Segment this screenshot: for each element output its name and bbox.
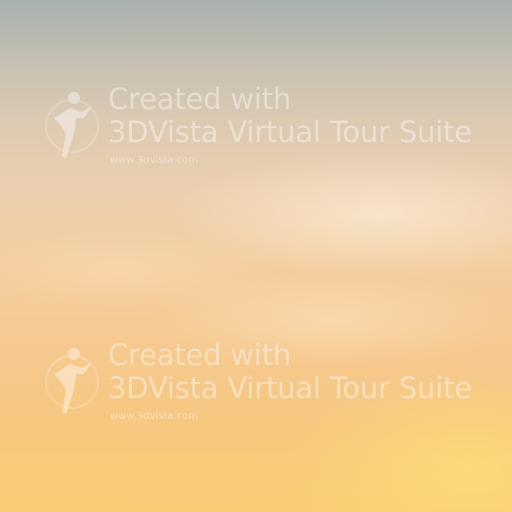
watermark-line-2: 3DVista Virtual Tour Suite [108,371,472,405]
watermark-line-1: Created with [108,338,292,372]
3dvista-logo-icon [45,348,99,414]
watermark-url: www.3dvista.com [110,411,198,422]
3dvista-logo-icon [45,92,99,158]
watermark-url: www.3dvista.com [110,155,198,166]
watermark: Created with 3DVista Virtual Tour Suite … [44,336,504,446]
watermark: Created with 3DVista Virtual Tour Suite … [44,80,504,190]
watermark-line-1: Created with [108,82,292,116]
watermark-line-2: 3DVista Virtual Tour Suite [108,115,472,149]
